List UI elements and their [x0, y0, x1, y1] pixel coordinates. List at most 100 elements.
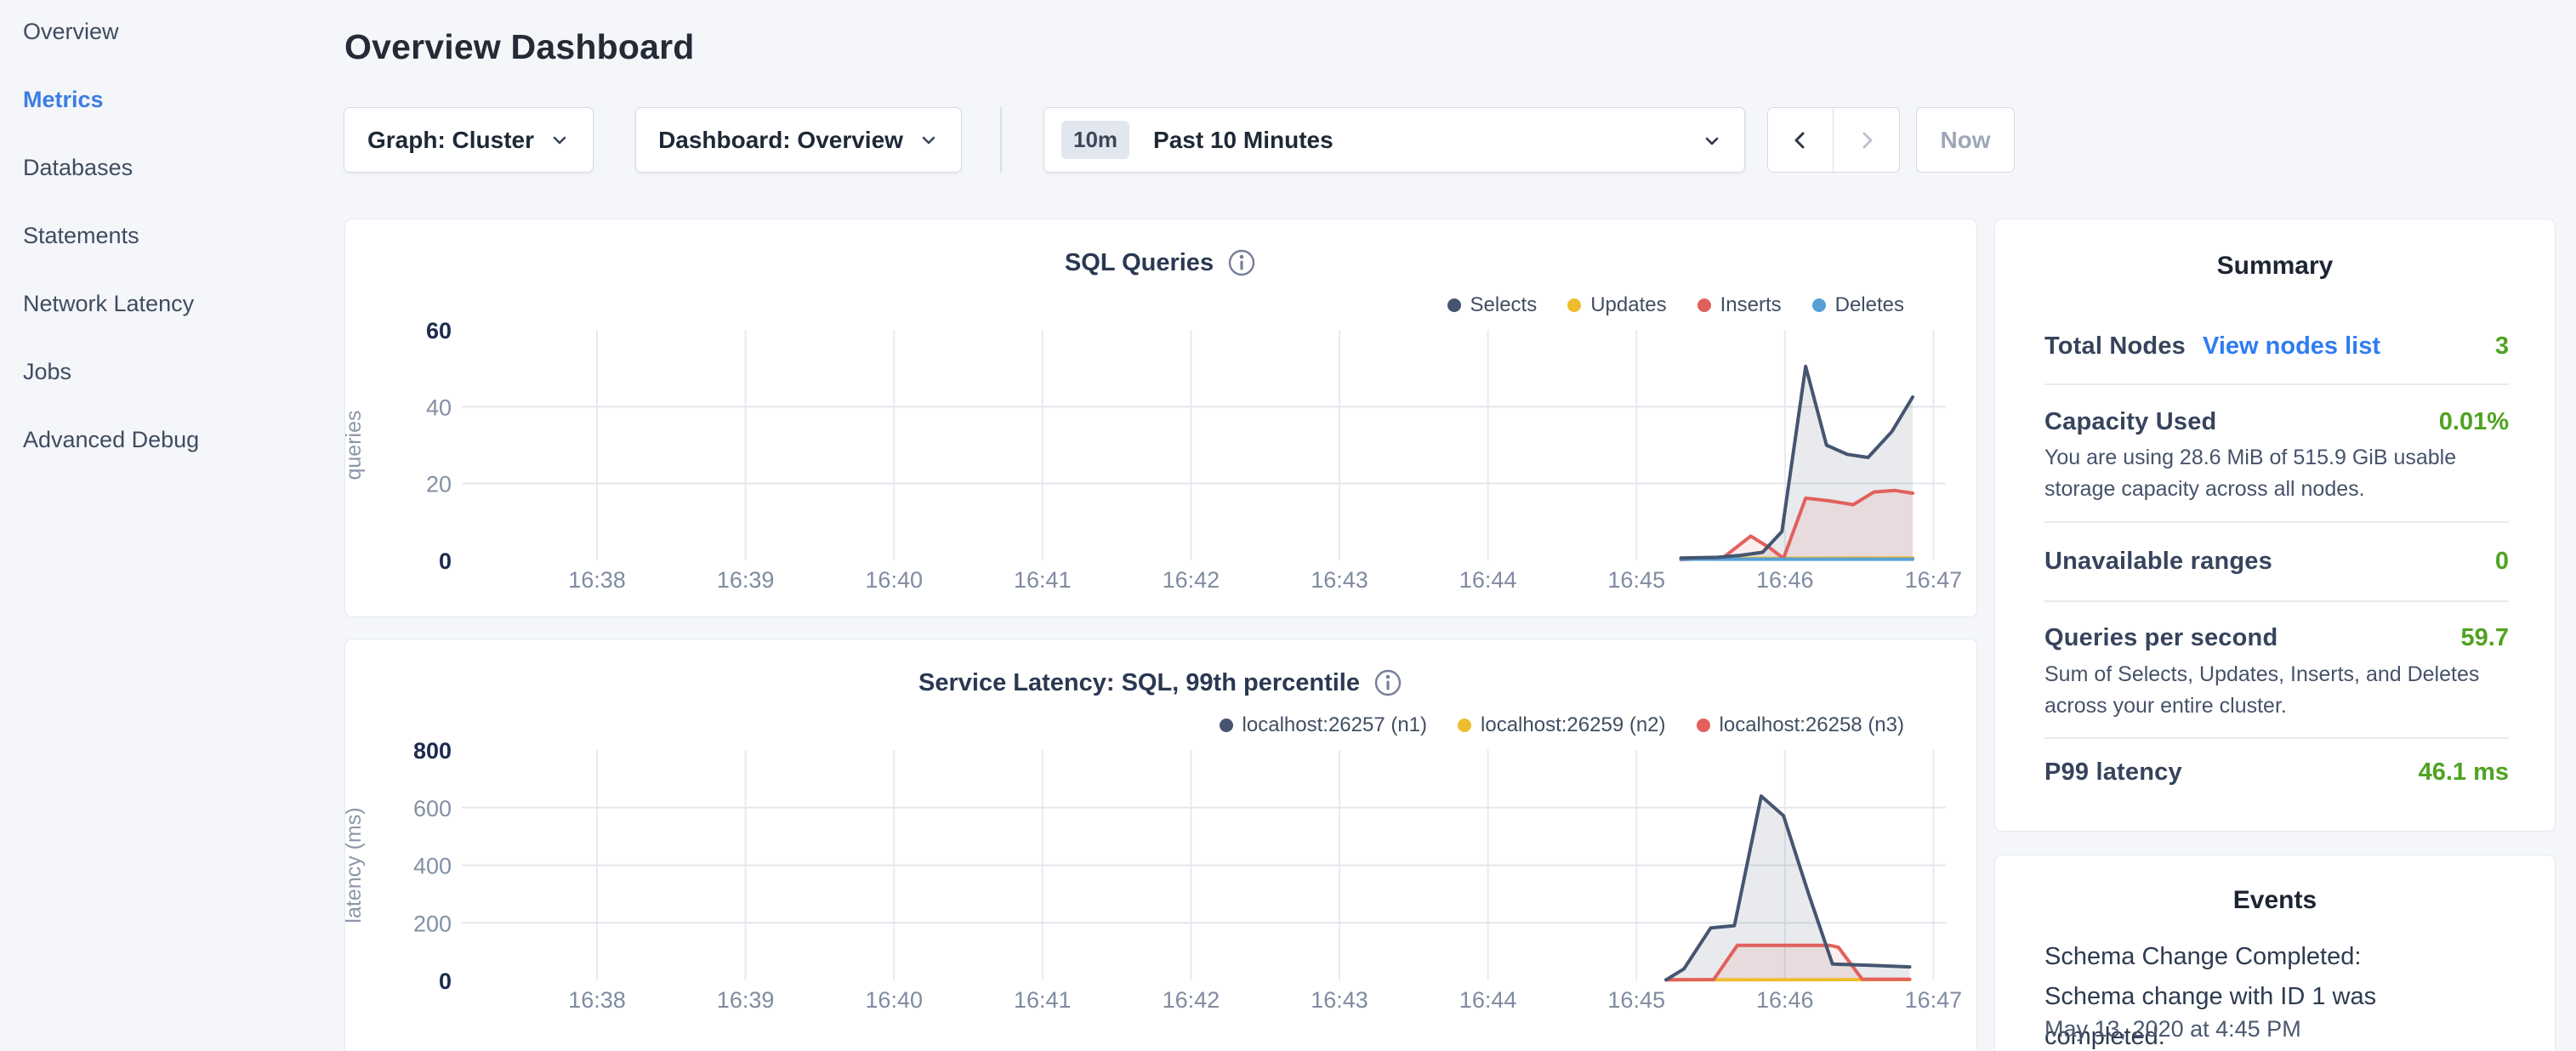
- legend-item: Selects: [1447, 293, 1538, 317]
- chevron-down-icon: [549, 130, 570, 151]
- sidebar-item-overview[interactable]: Overview: [23, 14, 119, 48]
- divider: [2044, 600, 2509, 602]
- now-button[interactable]: Now: [1916, 107, 2015, 173]
- sidebar-item-advanced-debug[interactable]: Advanced Debug: [23, 423, 199, 457]
- controls-divider: [1000, 107, 1002, 173]
- series-line: [1666, 946, 1909, 980]
- summary-title: Summary: [1995, 252, 2555, 281]
- view-nodes-list-link[interactable]: View nodes list: [2203, 332, 2380, 360]
- time-range-selector[interactable]: 10m Past 10 Minutes: [1043, 107, 1745, 173]
- summary-row-p99: P99 latency 46.1 ms: [2044, 758, 2509, 787]
- legend-item: localhost:26259 (n2): [1458, 713, 1665, 737]
- dashboard-dropdown-label: Dashboard: Overview: [658, 127, 903, 154]
- chart-legend: Selects Updates Inserts Deletes: [1447, 293, 1905, 318]
- legend-label: localhost:26259 (n2): [1481, 713, 1665, 737]
- legend-label: localhost:26257 (n1): [1243, 713, 1427, 737]
- series-line: [1681, 491, 1913, 560]
- page-title: Overview Dashboard: [344, 27, 694, 67]
- x-tick-label: 16:44: [1459, 987, 1517, 1013]
- chevron-down-icon: [1702, 131, 1722, 151]
- info-icon[interactable]: [1226, 247, 1257, 278]
- chart-legend: localhost:26257 (n1) localhost:26259 (n2)…: [1220, 713, 1904, 738]
- capacity-used-desc: You are using 28.6 MiB of 515.9 GiB usab…: [2044, 442, 2521, 505]
- legend-dot-icon: [1812, 298, 1826, 312]
- legend-label: Selects: [1470, 293, 1538, 317]
- legend-label: localhost:26258 (n3): [1720, 713, 1904, 737]
- y-tick-label: 0: [439, 548, 452, 574]
- chevron-right-icon: [1856, 129, 1878, 151]
- legend-label: Deletes: [1835, 293, 1904, 317]
- chevron-left-icon: [1789, 129, 1811, 151]
- capacity-used-value: 0.01%: [2439, 408, 2509, 436]
- series-area: [1681, 366, 1913, 560]
- dashboard-dropdown[interactable]: Dashboard: Overview: [635, 107, 962, 173]
- y-tick-label: 400: [413, 854, 452, 879]
- total-nodes-value: 3: [2495, 332, 2509, 361]
- chart-title: SQL Queries: [1065, 249, 1214, 277]
- chevron-down-icon: [918, 130, 939, 151]
- y-tick-label: 20: [426, 472, 452, 497]
- sidebar-item-metrics[interactable]: Metrics: [23, 82, 104, 116]
- service-latency-chart-card: Service Latency: SQL, 99th percentile lo…: [344, 639, 1977, 1051]
- qps-desc: Sum of Selects, Updates, Inserts, and De…: [2044, 659, 2521, 722]
- x-tick-label: 16:47: [1905, 567, 1963, 593]
- unavailable-ranges-value: 0: [2495, 548, 2509, 576]
- summary-row-qps: Queries per second 59.7: [2044, 624, 2509, 652]
- y-tick-label: 600: [413, 796, 452, 821]
- total-nodes-label: Total Nodes: [2044, 332, 2186, 360]
- series-area: [1666, 796, 1909, 980]
- event-item-time: May 13, 2020 at 4:45 PM: [2044, 1016, 2301, 1042]
- y-tick-label: 60: [426, 318, 452, 344]
- legend-label: Inserts: [1720, 293, 1782, 317]
- legend-item: Inserts: [1697, 293, 1782, 317]
- service-latency-plot: 16:3816:3916:4016:4116:4216:4316:4416:45…: [345, 639, 1976, 1051]
- x-tick-label: 16:45: [1607, 987, 1665, 1013]
- y-tick-label: 0: [439, 969, 452, 994]
- graph-dropdown[interactable]: Graph: Cluster: [344, 107, 594, 173]
- legend-dot-icon: [1697, 719, 1710, 732]
- info-icon[interactable]: [1373, 668, 1403, 698]
- x-tick-label: 16:43: [1311, 987, 1368, 1013]
- sidebar-item-databases[interactable]: Databases: [23, 151, 133, 185]
- x-tick-label: 16:40: [865, 567, 923, 593]
- summary-row-total-nodes: Total Nodes View nodes list 3: [2044, 332, 2509, 361]
- x-tick-label: 16:39: [717, 987, 775, 1013]
- summary-row-unavailable-ranges: Unavailable ranges 0: [2044, 548, 2509, 576]
- x-tick-label: 16:43: [1311, 567, 1368, 593]
- series-area: [1666, 946, 1909, 980]
- series-line: [1681, 366, 1913, 558]
- legend-item: localhost:26258 (n3): [1697, 713, 1904, 737]
- x-tick-label: 16:45: [1607, 567, 1665, 593]
- capacity-used-label: Capacity Used: [2044, 408, 2216, 435]
- sidebar-item-jobs[interactable]: Jobs: [23, 355, 71, 389]
- x-tick-label: 16:42: [1163, 987, 1220, 1013]
- qps-value: 59.7: [2461, 624, 2509, 652]
- sidebar-item-network-latency[interactable]: Network Latency: [23, 287, 194, 321]
- events-panel: Events Schema Change Completed: Schema c…: [1994, 855, 2556, 1051]
- y-tick-label: 200: [413, 911, 452, 936]
- summary-panel: Summary Total Nodes View nodes list 3 Cap…: [1994, 219, 2556, 832]
- x-tick-label: 16:44: [1459, 567, 1517, 593]
- x-tick-label: 16:42: [1163, 567, 1220, 593]
- legend-dot-icon: [1447, 298, 1461, 312]
- summary-row-capacity: Capacity Used 0.01%: [2044, 408, 2509, 436]
- legend-dot-icon: [1697, 298, 1711, 312]
- series-line: [1666, 796, 1909, 980]
- x-tick-label: 16:41: [1014, 987, 1072, 1013]
- prev-time-button[interactable]: [1768, 108, 1834, 172]
- series-area: [1681, 491, 1913, 560]
- next-time-button[interactable]: [1834, 108, 1899, 172]
- events-title: Events: [1995, 886, 2555, 915]
- legend-dot-icon: [1220, 719, 1233, 732]
- sidebar-item-statements[interactable]: Statements: [23, 219, 139, 253]
- x-tick-label: 16:38: [568, 567, 626, 593]
- legend-item: Updates: [1567, 293, 1666, 317]
- x-tick-label: 16:39: [717, 567, 775, 593]
- divider: [2044, 383, 2509, 385]
- x-tick-label: 16:46: [1756, 567, 1814, 593]
- x-tick-label: 16:40: [865, 987, 923, 1013]
- legend-item: Deletes: [1812, 293, 1904, 317]
- y-tick-label: 40: [426, 395, 452, 420]
- x-tick-label: 16:47: [1905, 987, 1963, 1013]
- time-pager: [1767, 107, 1900, 173]
